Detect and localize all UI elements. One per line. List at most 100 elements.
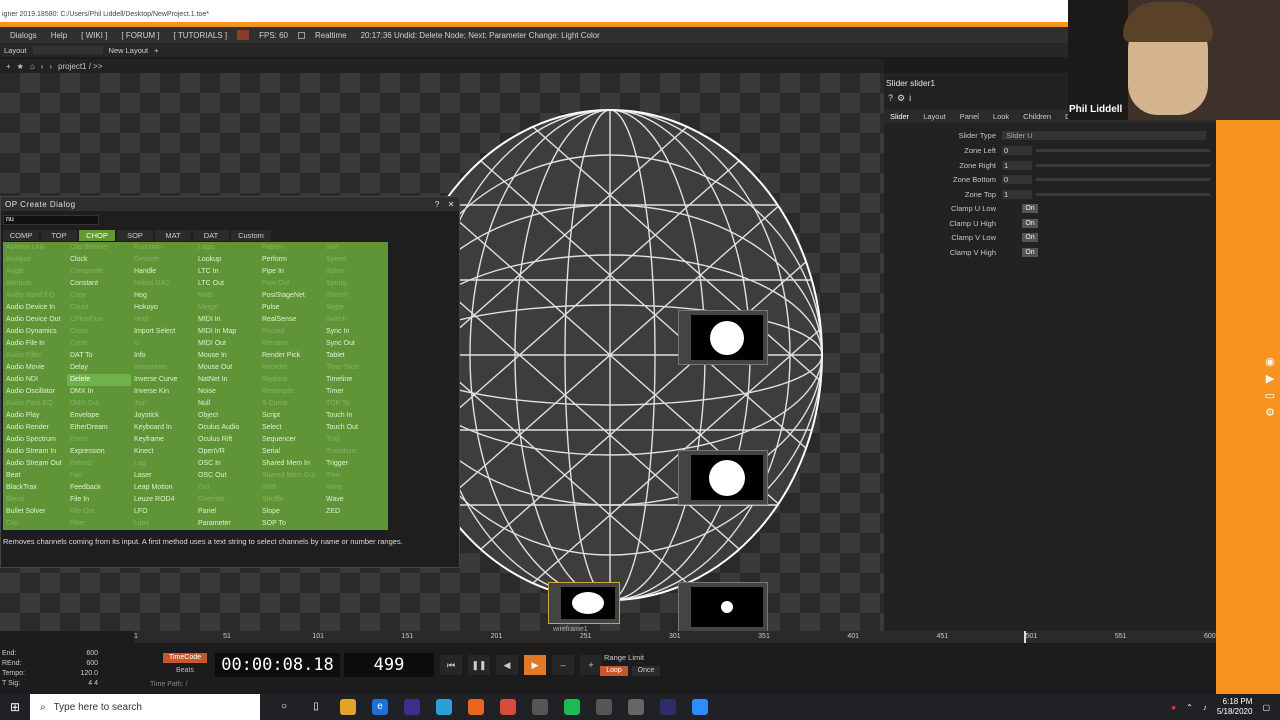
operator-item[interactable]: Extend <box>67 458 131 470</box>
tab-comp[interactable]: COMP <box>3 230 39 241</box>
tab-layout[interactable]: Layout <box>917 110 952 123</box>
clamp-v-low-toggle[interactable]: On <box>1022 232 1038 242</box>
operator-item[interactable]: Audio Render <box>3 422 67 434</box>
operator-item[interactable]: Filter <box>67 518 131 530</box>
operator-item[interactable]: Gesture <box>131 254 195 266</box>
operator-item[interactable]: Render Pick <box>259 350 323 362</box>
play-icon[interactable]: ▶ <box>524 655 546 675</box>
operator-item[interactable]: Laser <box>131 470 195 482</box>
slider-type-dropdown[interactable]: Slider U <box>1002 130 1206 140</box>
menu-tutorials[interactable]: [ TUTORIALS ] <box>170 31 232 40</box>
edge-icon[interactable]: e <box>372 699 388 715</box>
operator-item[interactable]: Audio NDI <box>3 374 67 386</box>
operator-item[interactable]: Audio Device In <box>3 302 67 314</box>
operator-item[interactable]: Keyframe <box>131 434 195 446</box>
tab-chop[interactable]: CHOP <box>79 230 115 241</box>
operator-item[interactable]: EtherDream <box>67 422 131 434</box>
network-icon[interactable]: ⌃ <box>1186 703 1193 712</box>
zone-top-field[interactable]: 1 <box>1002 189 1032 199</box>
network-node-wireframe[interactable]: wireframe1 <box>548 582 620 633</box>
new-layout-label[interactable]: New Layout <box>109 46 149 55</box>
operator-item[interactable]: Wave <box>323 494 387 506</box>
record-icon[interactable] <box>237 30 250 40</box>
help-icon[interactable]: ? <box>435 200 440 209</box>
operator-item[interactable]: Audio Dynamics <box>3 326 67 338</box>
op-search-input[interactable]: nu <box>3 215 99 225</box>
operator-item[interactable]: File In <box>67 494 131 506</box>
operator-item[interactable]: LTC In <box>195 266 259 278</box>
operator-item[interactable]: Record <box>259 326 323 338</box>
operator-item[interactable]: Inverse Curve <box>131 374 195 386</box>
operator-item[interactable]: Splice <box>323 266 387 278</box>
zone-right-field[interactable]: 1 <box>1002 160 1032 170</box>
operator-item[interactable]: Attribute <box>3 278 67 290</box>
operator-item[interactable]: BlackTrax <box>3 482 67 494</box>
taskbar-clock[interactable]: 6:18 PM 5/18/2020 <box>1217 697 1253 717</box>
operator-item[interactable]: Resample <box>259 386 323 398</box>
operator-item[interactable]: Shared Mem Out <box>259 470 323 482</box>
operator-item[interactable]: Out <box>195 482 259 494</box>
tab-look[interactable]: Look <box>987 110 1015 123</box>
operator-item[interactable]: ZED <box>323 506 387 518</box>
tab-children[interactable]: Children <box>1017 110 1057 123</box>
operator-item[interactable]: Envelope <box>67 410 131 422</box>
operator-item[interactable]: Rename <box>259 338 323 350</box>
menu-help[interactable]: Help <box>47 31 71 40</box>
operator-item[interactable]: Info <box>131 350 195 362</box>
layout-presets[interactable] <box>32 46 103 54</box>
pause-icon[interactable]: ❚❚ <box>468 655 490 675</box>
star-icon[interactable]: ★ <box>17 62 24 71</box>
operator-item[interactable]: Composite <box>67 266 131 278</box>
operator-item[interactable]: Audio File In <box>3 338 67 350</box>
operator-item[interactable]: Replace <box>259 374 323 386</box>
operator-item[interactable]: Trim <box>323 470 387 482</box>
operator-item[interactable]: Shift <box>259 482 323 494</box>
operator-item[interactable]: Leap Motion <box>131 482 195 494</box>
operator-item[interactable]: OSC Out <box>195 470 259 482</box>
app-icon[interactable] <box>532 699 548 715</box>
settings-icon[interactable]: ⚙ <box>1265 406 1275 419</box>
operator-item[interactable]: Spring <box>323 278 387 290</box>
chrome-icon[interactable] <box>500 699 516 715</box>
operator-item[interactable]: Expression <box>67 446 131 458</box>
operator-item[interactable]: Override <box>195 494 259 506</box>
operator-item[interactable]: Audio Spectrum <box>3 434 67 446</box>
operator-item[interactable]: Tablet <box>323 350 387 362</box>
once-button[interactable]: Once <box>632 666 660 676</box>
operator-item[interactable]: Script <box>259 410 323 422</box>
operator-item[interactable]: Object <box>195 410 259 422</box>
operator-item[interactable]: S Curve <box>259 398 323 410</box>
tab-panel[interactable]: Panel <box>954 110 985 123</box>
operator-item[interactable]: Audio Para EQ <box>3 398 67 410</box>
operator-item[interactable]: Handle <box>131 266 195 278</box>
dialog-header[interactable]: OP Create Dialog ? ✕ <box>1 197 459 211</box>
operator-item[interactable]: Analyze <box>3 254 67 266</box>
operator-item[interactable]: DAT To <box>67 350 131 362</box>
operator-item[interactable]: MIDI Out <box>195 338 259 350</box>
step-back-icon[interactable]: ◀ <box>496 655 518 675</box>
operator-item[interactable]: Pattern <box>259 242 323 254</box>
operator-item[interactable]: Time Slice <box>323 362 387 374</box>
tab-custom[interactable]: Custom <box>231 230 271 241</box>
operator-item[interactable]: Blend <box>3 494 67 506</box>
operator-item[interactable]: Audio Band EQ <box>3 290 67 302</box>
operator-item[interactable]: Inverse Kin <box>131 386 195 398</box>
operator-item[interactable]: Sync Out <box>323 338 387 350</box>
frame-display[interactable]: 499 <box>344 653 434 677</box>
zone-left-slider[interactable] <box>1036 148 1210 152</box>
back-icon[interactable]: ‹ <box>41 62 44 71</box>
operator-item[interactable]: Shuffle <box>259 494 323 506</box>
operator-item[interactable]: DMX In <box>67 386 131 398</box>
operator-item[interactable]: Serial <box>259 446 323 458</box>
operator-item[interactable]: Null <box>195 398 259 410</box>
firefox-icon[interactable] <box>468 699 484 715</box>
info-icon[interactable]: i <box>909 93 911 104</box>
operator-item[interactable]: Merge <box>195 302 259 314</box>
operator-item[interactable]: Transform <box>323 446 387 458</box>
operator-item[interactable]: Pipe Out <box>259 278 323 290</box>
operator-item[interactable]: Logic <box>195 242 259 254</box>
plus-icon[interactable]: + <box>154 46 158 55</box>
operator-item[interactable]: Audio Stream Out <box>3 458 67 470</box>
operator-item[interactable]: Clip Blender <box>67 242 131 254</box>
operator-item[interactable]: Audio Filter <box>3 350 67 362</box>
